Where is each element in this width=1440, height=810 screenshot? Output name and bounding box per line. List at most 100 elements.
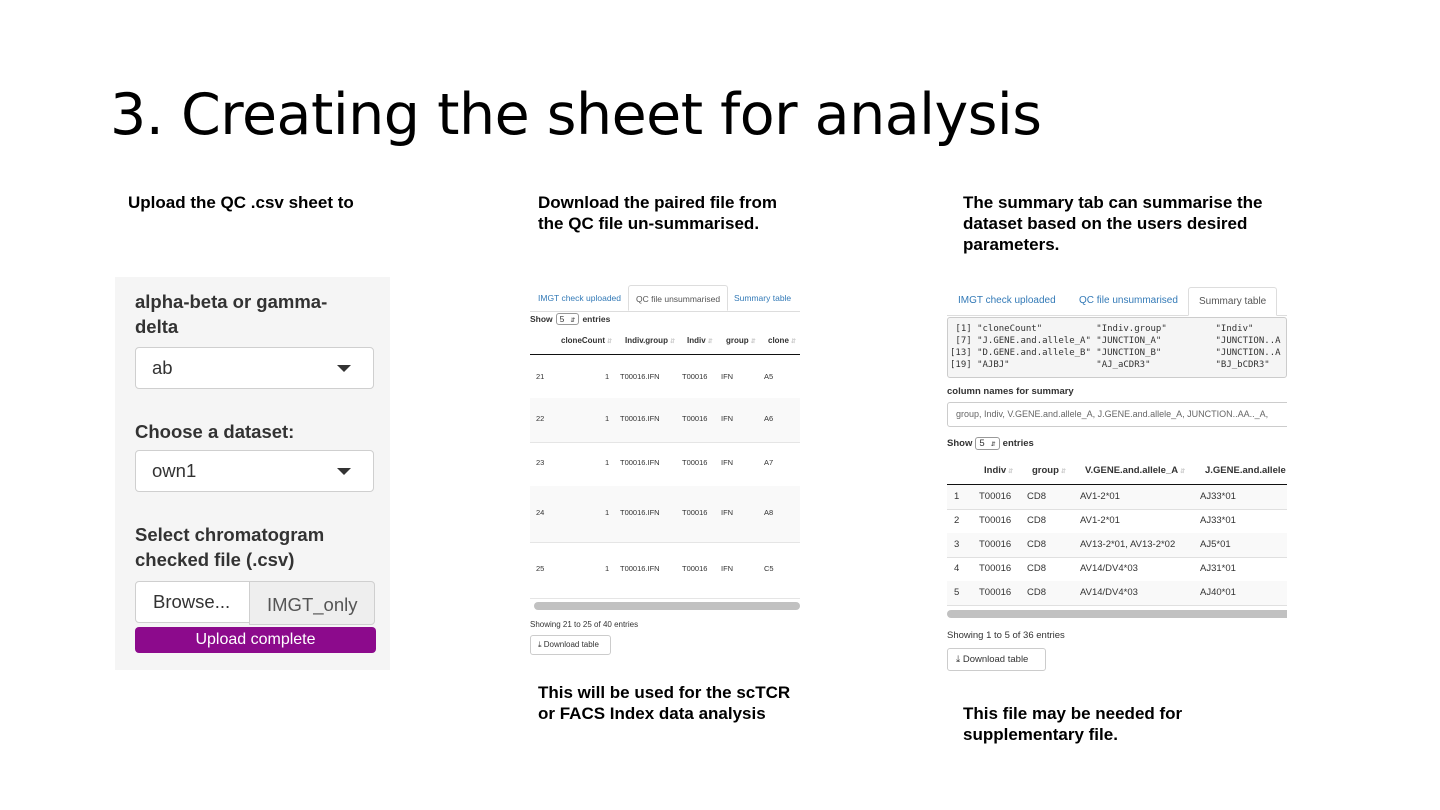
- table-cell: T00016: [682, 372, 708, 381]
- dataset-select[interactable]: own1: [135, 450, 374, 492]
- tab-summary-table[interactable]: Summary table: [734, 285, 791, 311]
- table-cell: IFN: [721, 508, 734, 517]
- table-cell: 25: [536, 564, 545, 573]
- chain-type-select[interactable]: ab: [135, 347, 374, 389]
- page-length-value: 5: [559, 314, 565, 324]
- show-label: Show: [530, 314, 553, 324]
- col-header-indiv[interactable]: Indiv ⇵: [687, 336, 713, 345]
- table-cell: CD8: [1027, 563, 1047, 574]
- table-cell: T00016.IFN: [620, 458, 660, 467]
- col-header-clone[interactable]: clone ⇵: [768, 336, 796, 345]
- table-cell: AJ5*01: [1200, 539, 1231, 550]
- table-row[interactable]: 5 T00016 CD8 AV14/DV4*03 AJ40*01: [947, 581, 1287, 606]
- table-cell: A5: [764, 372, 774, 381]
- col-header-label: Indiv: [687, 336, 706, 345]
- updown-icon: ⇵: [570, 318, 576, 324]
- tab-imgt-check[interactable]: IMGT check uploaded: [958, 287, 1056, 315]
- col-header-group[interactable]: group ⇵: [726, 336, 756, 345]
- table-row[interactable]: 23 1 T00016.IFN T00016 IFN A7: [530, 442, 800, 487]
- download-icon: ⤓: [956, 654, 961, 665]
- table-cell: 2: [954, 515, 960, 526]
- caption-upload: Upload the QC .csv sheet to: [128, 193, 354, 212]
- table-info: Showing 21 to 25 of 40 entries: [530, 620, 639, 629]
- caption-download-paired: Download the paired file from the QC fil…: [538, 192, 777, 234]
- col-header-clonecount[interactable]: cloneCount ⇵: [561, 336, 612, 345]
- qc-file-panel: IMGT check uploaded QC file unsummarised…: [530, 285, 800, 657]
- table-row[interactable]: 22 1 T00016.IFN T00016 IFN A6: [530, 398, 800, 443]
- table-cell: A6: [764, 414, 774, 423]
- sort-icon: ⇵: [607, 339, 613, 345]
- summary-columns-input[interactable]: group, Indiv, V.GENE.and.allele_A, J.GEN…: [947, 402, 1287, 427]
- tab-bar: IMGT check uploaded QC file unsummarised…: [947, 287, 1287, 316]
- console-line: [13] "D.GENE.and.allele_B" "JUNCTION_B" …: [950, 348, 1281, 358]
- table-cell: T00016.IFN: [620, 564, 660, 573]
- table-cell: AV14/DV4*03: [1080, 587, 1138, 598]
- col-header-label: Indiv: [984, 465, 1007, 476]
- col-header-jgene[interactable]: J.GENE.and.allele: [1205, 465, 1286, 476]
- col-header-label: group: [1032, 465, 1059, 476]
- table-cell: 1: [605, 372, 610, 381]
- upload-panel: alpha-beta or gamma- delta ab Choose a d…: [115, 277, 390, 670]
- col-header-indiv[interactable]: Indiv ⇵: [984, 465, 1013, 476]
- table-cell: A8: [764, 508, 774, 517]
- file-name-field: IMGT_only: [249, 581, 375, 625]
- download-icon: ⤓: [538, 640, 542, 649]
- table-cell: 24: [536, 508, 545, 517]
- dataset-label: Choose a dataset:: [135, 421, 295, 442]
- page-length-select[interactable]: 5 ⇵: [975, 437, 1000, 450]
- label-line: alpha-beta or gamma-: [135, 291, 328, 312]
- table-cell: CD8: [1027, 539, 1047, 550]
- table-row[interactable]: 1 T00016 CD8 AV1-2*01 AJ33*01: [947, 485, 1287, 510]
- table-row[interactable]: 25 1 T00016.IFN T00016 IFN C5: [530, 542, 800, 599]
- table-row[interactable]: 24 1 T00016.IFN T00016 IFN A8: [530, 486, 800, 543]
- table-cell: IFN: [721, 458, 734, 467]
- tab-imgt-check[interactable]: IMGT check uploaded: [538, 285, 621, 311]
- table-cell: T00016.IFN: [620, 508, 660, 517]
- page-length-control: Show 5 ⇵ entries: [947, 437, 1034, 450]
- table-cell: CD8: [1027, 491, 1047, 502]
- sort-icon: ⇵: [1180, 469, 1186, 475]
- download-table-button[interactable]: ⤓ Download table: [530, 635, 611, 655]
- caption-supplementary: This file may be needed for supplementar…: [963, 703, 1182, 745]
- download-table-button[interactable]: ⤓ Download table: [947, 648, 1046, 671]
- console-line: [1] "cloneCount" "Indiv.group" "Indiv": [950, 324, 1254, 334]
- table-cell: C5: [764, 564, 774, 573]
- tab-summary-table[interactable]: Summary table: [1188, 287, 1278, 316]
- caption-line: Download the paired file from: [538, 193, 777, 212]
- table-header: Indiv ⇵ group ⇵ V.GENE.and.allele_A ⇵ J.GEN…: [947, 459, 1287, 485]
- col-header-group[interactable]: group ⇵: [1032, 465, 1066, 476]
- table-cell: AV1-2*01: [1080, 515, 1120, 526]
- sort-icon: ⇵: [1060, 469, 1066, 475]
- table-row[interactable]: 21 1 T00016.IFN T00016 IFN A5: [530, 354, 800, 399]
- table-cell: AJ31*01: [1200, 563, 1236, 574]
- label-line: checked file (.csv): [135, 549, 295, 570]
- show-label: Show: [947, 438, 973, 449]
- horizontal-scrollbar[interactable]: [534, 602, 800, 610]
- tab-bar: IMGT check uploaded QC file unsummarised…: [530, 285, 800, 312]
- horizontal-scrollbar[interactable]: [947, 610, 1287, 618]
- table-cell: T00016: [979, 491, 1012, 502]
- console-line: [19] "AJBJ" "AJ_aCDR3" "BJ_bCDR3": [950, 360, 1270, 370]
- table-header: cloneCount ⇵ Indiv.group ⇵ Indiv ⇵ group ⇵ c…: [530, 332, 800, 355]
- table-cell: 22: [536, 414, 545, 423]
- tab-qc-unsummarised[interactable]: QC file unsummarised: [628, 285, 729, 311]
- table-cell: 5: [954, 587, 960, 598]
- console-line: [7] "J.GENE.and.allele_A" "JUNCTION_A" "…: [950, 336, 1281, 346]
- table-cell: T00016: [682, 564, 708, 573]
- browse-button[interactable]: Browse...: [135, 581, 250, 623]
- chain-type-value: ab: [152, 357, 173, 378]
- table-row[interactable]: 3 T00016 CD8 AV13-2*01, AV13-2*02 AJ5*01: [947, 533, 1287, 558]
- tab-qc-unsummarised[interactable]: QC file unsummarised: [1079, 287, 1178, 315]
- table-info: Showing 1 to 5 of 36 entries: [947, 630, 1065, 641]
- slide-title: 3. Creating the sheet for analysis: [110, 82, 1042, 148]
- table-cell: A7: [764, 458, 774, 467]
- table-cell: IFN: [721, 564, 734, 573]
- table-row[interactable]: 2 T00016 CD8 AV1-2*01 AJ33*01: [947, 509, 1287, 534]
- col-header-vgene[interactable]: V.GENE.and.allele_A ⇵: [1085, 465, 1185, 476]
- table-row[interactable]: 4 T00016 CD8 AV14/DV4*03 AJ31*01: [947, 557, 1287, 582]
- table-cell: CD8: [1027, 515, 1047, 526]
- table-cell: 1: [954, 491, 960, 502]
- col-header-indiv-group[interactable]: Indiv.group ⇵: [625, 336, 675, 345]
- table-cell: T00016: [682, 414, 708, 423]
- page-length-select[interactable]: 5 ⇵: [555, 313, 580, 325]
